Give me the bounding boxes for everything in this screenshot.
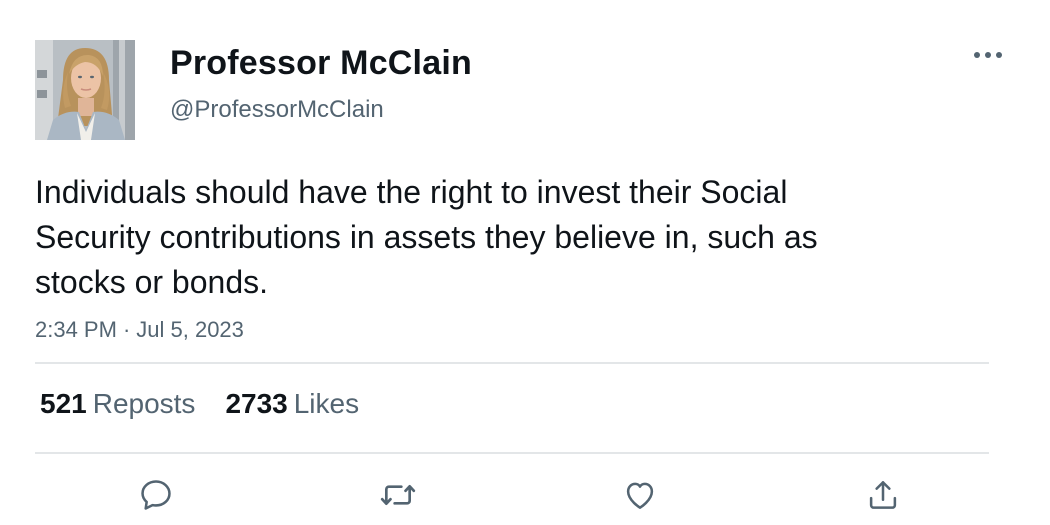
author-handle[interactable]: @ProfessorMcClain bbox=[170, 95, 384, 125]
tweet-time: 2:34 PM bbox=[35, 317, 117, 342]
reply-bubble-icon bbox=[141, 480, 171, 510]
reply-button[interactable] bbox=[131, 470, 181, 520]
likes-label: Likes bbox=[293, 388, 360, 419]
likes-stat[interactable]: 2733 Likes bbox=[225, 386, 359, 422]
more-options-button[interactable] bbox=[970, 40, 1006, 70]
tweet-timestamp[interactable]: 2:34 PM · Jul 5, 2023 bbox=[35, 315, 244, 345]
tweet-date: Jul 5, 2023 bbox=[136, 317, 244, 342]
like-button[interactable] bbox=[615, 470, 665, 520]
likes-count: 2733 bbox=[225, 388, 288, 419]
reposts-label: Reposts bbox=[92, 388, 196, 419]
divider bbox=[35, 362, 989, 364]
engagement-stats: 521 Reposts 2733 Likes bbox=[40, 386, 359, 422]
timestamp-separator: · bbox=[122, 317, 131, 342]
more-horizontal-icon bbox=[974, 52, 1002, 58]
reposts-count: 521 bbox=[40, 388, 87, 419]
heart-icon bbox=[626, 482, 654, 509]
repost-button[interactable] bbox=[373, 470, 423, 520]
tweet-text: Individuals should have the right to inv… bbox=[35, 174, 818, 300]
avatar-portrait-image bbox=[35, 40, 135, 140]
share-button[interactable] bbox=[858, 470, 908, 520]
author-display-name[interactable]: Professor McClain bbox=[170, 42, 472, 84]
divider bbox=[35, 452, 989, 454]
reposts-stat[interactable]: 521 Reposts bbox=[40, 386, 195, 422]
share-upload-icon bbox=[869, 481, 897, 509]
tweet-card: Professor McClain @ProfessorMcClain Indi… bbox=[0, 0, 1050, 525]
action-bar bbox=[0, 470, 1050, 520]
avatar[interactable] bbox=[35, 40, 135, 140]
repost-arrows-icon bbox=[380, 485, 416, 505]
